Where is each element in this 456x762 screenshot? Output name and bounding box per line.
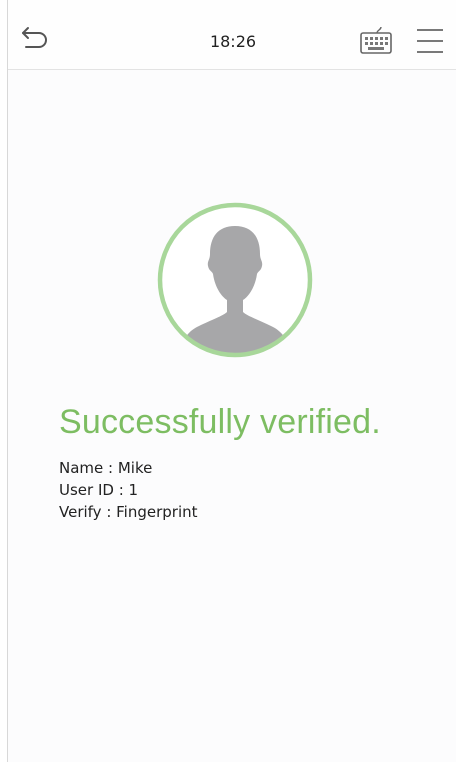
user-id: User ID : 1 [59,481,139,499]
menu-button[interactable] [415,26,445,56]
keyboard-icon [360,26,392,54]
user-silhouette-icon [157,202,313,358]
verify-method: Verify : Fingerprint [59,503,198,521]
user-info-block: Name : Mike User ID : 1 Verify : Fingerp… [59,457,198,523]
clock-time: 18:26 [209,32,257,51]
user-name: Name : Mike [59,459,153,477]
keyboard-button[interactable] [359,26,393,56]
verification-success-message: Successfully verified. [59,403,381,441]
back-arrow-icon [22,27,47,48]
hamburger-menu-icon [417,29,443,53]
verification-screen: 18:26 Successfully verified. Name: Mike… [7,0,456,762]
user-avatar [155,200,315,360]
back-button[interactable] [18,22,54,52]
top-bar: 18:26 [8,0,456,70]
